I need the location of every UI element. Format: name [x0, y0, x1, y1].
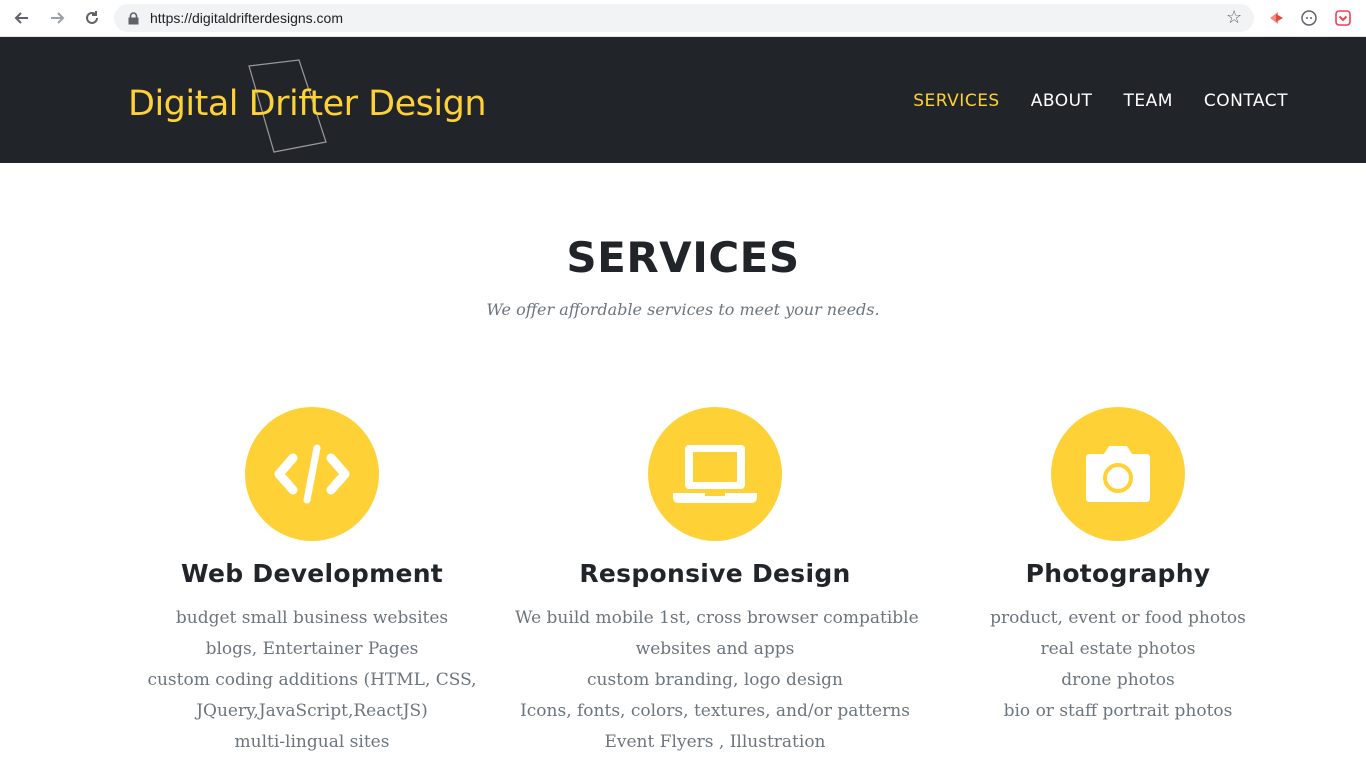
service-photography: Photography product, event or food photo…: [918, 407, 1318, 727]
service-line: JQuery,JavaScript,ReactJS): [196, 701, 428, 721]
service-title: Photography: [1025, 559, 1211, 588]
service-line: budget small business websites: [175, 608, 449, 628]
service-line: multi-lingual sites: [234, 732, 390, 752]
service-line: blogs, Entertainer Pages: [205, 639, 419, 659]
service-line: Event Flyers , Illustration: [604, 732, 826, 752]
service-line: product, event or food photos: [990, 608, 1246, 628]
reload-button[interactable]: [80, 6, 104, 30]
service-line: bio or staff portrait photos: [1003, 701, 1233, 721]
service-icon-circle: [1051, 407, 1185, 541]
extension-pocket-icon[interactable]: [1333, 8, 1353, 28]
service-line: real estate photos: [1040, 639, 1196, 659]
extension-play-icon[interactable]: [1266, 8, 1286, 28]
nav-about[interactable]: ABOUT: [1031, 91, 1093, 111]
service-line: drone photos: [1061, 670, 1175, 690]
service-web-development: Web Development budget small business we…: [112, 407, 512, 758]
main-nav: SERVICES ABOUT TEAM CONTACT: [913, 91, 1288, 111]
laptop-icon: [673, 445, 757, 503]
service-line: custom coding additions (HTML, CSS,: [147, 670, 477, 690]
extension-ghostery-icon[interactable]: [1299, 8, 1319, 28]
camera-icon: [1086, 446, 1150, 502]
arrow-right-icon: [51, 12, 65, 24]
service-responsive-design: Responsive Design We build mobile 1st, c…: [515, 407, 919, 758]
lock-icon: [128, 11, 142, 25]
nav-team[interactable]: TEAM: [1123, 91, 1172, 111]
service-line: We build mobile 1st, cross browser compa…: [515, 608, 919, 628]
service-line: custom branding, logo design: [587, 670, 843, 690]
service-description: product, event or food photos real estat…: [918, 603, 1318, 727]
service-icon-circle: [245, 407, 379, 541]
service-line: websites and apps: [635, 639, 795, 659]
service-title: Web Development: [180, 559, 444, 588]
address-bar[interactable]: https://digitaldrifterdesigns.com: [114, 4, 1254, 32]
section-subheading: We offer affordable services to meet you…: [486, 300, 880, 319]
service-description: We build mobile 1st, cross browser compa…: [515, 603, 919, 758]
arrow-left-icon: [14, 12, 28, 24]
browser-toolbar: https://digitaldrifterdesigns.com ☆: [0, 0, 1366, 37]
service-line: Icons, fonts, colors, textures, and/or p…: [520, 701, 910, 721]
brand-logo[interactable]: Digital Drifter Design: [128, 84, 487, 124]
site-header: Digital Drifter Design SERVICES ABOUT TE…: [0, 37, 1366, 163]
nav-contact[interactable]: CONTACT: [1204, 91, 1288, 111]
url-text: https://digitaldrifterdesigns.com: [150, 10, 343, 26]
service-description: budget small business websites blogs, En…: [112, 603, 512, 758]
nav-services[interactable]: SERVICES: [913, 91, 999, 111]
reload-icon: [86, 11, 98, 24]
bookmark-star-icon[interactable]: ☆: [1226, 7, 1242, 28]
back-button[interactable]: [10, 6, 34, 30]
service-title: Responsive Design: [579, 559, 851, 588]
forward-button[interactable]: [45, 6, 69, 30]
section-heading: SERVICES: [566, 233, 800, 282]
code-icon: [274, 444, 350, 504]
service-icon-circle: [648, 407, 782, 541]
